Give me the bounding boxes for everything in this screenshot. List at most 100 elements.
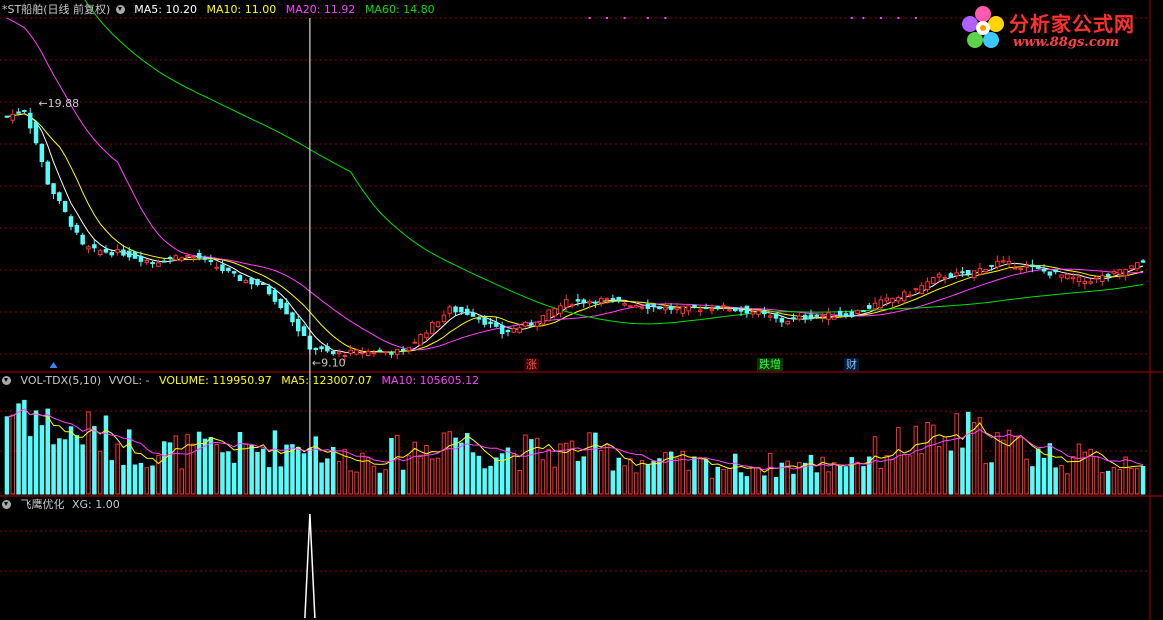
candle-body <box>767 315 773 318</box>
volume-bar <box>1135 467 1140 495</box>
candle-body <box>331 351 336 355</box>
candle-body <box>430 322 435 335</box>
volume-bar <box>1076 443 1082 495</box>
ma60-value: MA60: 14.80 <box>364 3 435 16</box>
stock-title[interactable]: *ST船舶(日线 前复权) <box>2 3 110 16</box>
candle-body <box>249 278 254 285</box>
volume-bar <box>400 469 406 495</box>
volume-dropdown-icon[interactable] <box>2 376 11 385</box>
xg-panel-header: 飞鹰优化 XG: 1.00 <box>2 498 126 512</box>
volume-bar <box>1094 456 1099 495</box>
volume-bar <box>767 452 773 495</box>
volume-bar <box>1030 466 1035 495</box>
candle-body <box>610 298 616 301</box>
event-marker-cai[interactable]: 财 <box>844 358 859 371</box>
volume-bar <box>33 410 39 495</box>
candle-body <box>278 299 283 308</box>
volume-bar <box>534 437 540 495</box>
volume-bar <box>942 436 948 495</box>
ma5-value: MA5: 10.20 <box>134 3 197 16</box>
candle-body <box>33 121 39 144</box>
volume-bar <box>686 469 691 495</box>
candle-body <box>68 216 74 227</box>
volume-bar <box>1018 437 1023 495</box>
event-marker-diezeng[interactable]: 跌增 <box>757 358 783 371</box>
signal-dot <box>646 17 649 19</box>
candle-body <box>668 306 674 310</box>
volume-bar <box>261 448 266 495</box>
volume-bar <box>51 444 56 495</box>
volume-bar <box>861 466 866 495</box>
candle-body <box>1140 260 1146 263</box>
ma5-line <box>6 113 1144 354</box>
candle-body <box>779 318 785 323</box>
volume-bar <box>1041 457 1047 495</box>
candle-body <box>296 318 301 332</box>
candle-body <box>80 234 85 245</box>
candle-body <box>1041 268 1047 272</box>
volume-bar <box>185 434 190 495</box>
volume-bar <box>802 462 808 495</box>
candle-body <box>57 192 62 202</box>
candle-body <box>966 270 971 275</box>
candle-body <box>243 279 249 283</box>
xg-dropdown-icon[interactable] <box>2 500 11 509</box>
options-dropdown-icon[interactable] <box>115 5 125 14</box>
site-logo: 分析家公式网 www.88gs.com <box>957 2 1157 54</box>
volume-bar <box>57 438 62 495</box>
volume-bar <box>721 468 726 495</box>
volume-bar <box>1065 473 1070 495</box>
candle-body <box>791 317 796 320</box>
candle-body <box>196 253 202 259</box>
volume-bar <box>476 455 482 495</box>
signal-dot <box>897 17 900 19</box>
candle-body <box>167 257 173 259</box>
stock-chart[interactable]: ←19.88 ←9.10 <box>0 0 1163 620</box>
volume-bar <box>628 458 633 495</box>
candle-body <box>936 273 942 278</box>
volume-bar <box>575 460 581 495</box>
candle-body <box>715 305 720 310</box>
candle-body <box>878 299 884 309</box>
volume-bar <box>651 460 656 495</box>
volume-bar <box>540 459 546 495</box>
candle-body <box>406 346 412 352</box>
volume-bar <box>1117 468 1122 495</box>
candle-body <box>220 264 225 271</box>
candle-body <box>703 307 709 310</box>
candle-body <box>698 309 703 312</box>
volume-bar <box>336 461 342 495</box>
volume-bar <box>231 462 237 495</box>
volume-bar <box>733 453 738 495</box>
up-arrow-icon <box>49 362 58 368</box>
candle-body <box>412 341 417 344</box>
volume-bar <box>902 454 907 495</box>
candle-body <box>913 288 919 291</box>
signal-dot <box>623 17 626 19</box>
volume-bar <box>639 459 645 495</box>
flower-logo-icon <box>962 6 1004 48</box>
xg-indicator-title[interactable]: 飞鹰优化 <box>21 498 65 511</box>
candle-body <box>185 254 190 257</box>
candle-body <box>127 250 132 258</box>
candle-body <box>692 304 697 308</box>
volume-bar <box>511 452 517 495</box>
volume-bar <box>517 470 522 495</box>
event-marker-zhang[interactable]: 涨 <box>524 358 539 371</box>
candle-body <box>645 303 651 309</box>
candle-body <box>179 257 184 261</box>
candle-body <box>872 302 878 310</box>
volume-bar <box>1111 466 1117 495</box>
candle-body <box>1135 262 1140 270</box>
vol-indicator-title[interactable]: VOL-TDX(5,10) <box>21 374 102 387</box>
candle-body <box>744 305 750 314</box>
volume-bar <box>698 456 703 495</box>
volume-bar <box>872 436 878 495</box>
candle-body <box>977 268 983 275</box>
volume-bar <box>756 467 761 495</box>
candle-body <box>255 279 260 286</box>
volume-bar <box>331 447 336 495</box>
volume-bar <box>1059 465 1064 495</box>
candle-body <box>400 349 406 351</box>
volume-bar <box>954 413 959 495</box>
